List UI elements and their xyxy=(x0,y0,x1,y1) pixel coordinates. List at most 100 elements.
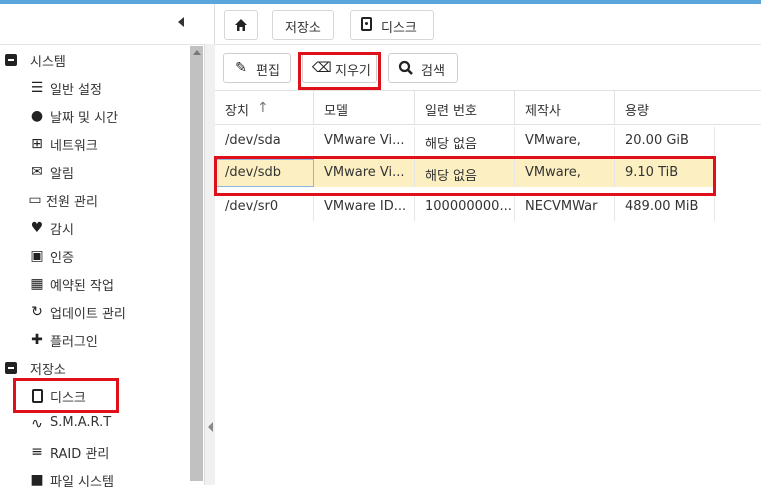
breadcrumb-home[interactable] xyxy=(224,10,258,40)
breadcrumb-label: 디스크 xyxy=(381,21,417,36)
column-header-vendor[interactable]: 제작사 xyxy=(515,91,615,124)
column-header-device[interactable]: 장치 ↑ xyxy=(215,91,314,124)
sidebar-item-monitoring[interactable]: ♥ 감시 xyxy=(0,214,188,242)
table-row-selected[interactable]: /dev/sdb VMware Vi... 해당 없음 VMware, 9.10… xyxy=(215,159,715,187)
sidebar-item-label: 감시 xyxy=(50,223,74,238)
sidebar-item-label: RAID 관리 xyxy=(50,447,110,462)
puzzle-icon: ✚ xyxy=(31,332,43,348)
database-icon: ≡ xyxy=(31,444,43,460)
sidebar-item-scheduled-jobs[interactable]: ▦ 예약된 작업 xyxy=(0,270,188,298)
pencil-icon: ✎ xyxy=(235,60,247,76)
split-handle[interactable] xyxy=(204,44,215,485)
battery-icon: ▭ xyxy=(28,192,42,208)
sidebar-item-label: 업데이트 관리 xyxy=(50,307,126,322)
cell-vendor: NECVMWar xyxy=(525,199,598,214)
sidebar-item-notifications[interactable]: ✉ 알림 xyxy=(0,158,188,186)
sidebar-item-label: 디스크 xyxy=(50,391,86,406)
sidebar-item-smart[interactable]: ∿ S.M.A.R.T xyxy=(0,410,188,438)
sidebar-item-power-management[interactable]: ▭ 전원 관리 xyxy=(0,186,188,214)
column-header-label: 제작사 xyxy=(525,104,561,119)
certificate-icon: ▣ xyxy=(30,248,44,264)
search-icon xyxy=(398,60,414,76)
cell-capacity: 489.00 MiB xyxy=(625,199,699,214)
cell-serial: 100000000... xyxy=(425,199,512,214)
sort-ascending-icon: ↑ xyxy=(257,100,269,116)
cell-model: VMware Vi... xyxy=(324,133,405,148)
cell-device: /dev/sr0 xyxy=(225,199,279,214)
pulse-icon: ∿ xyxy=(31,416,43,432)
wipe-button[interactable]: ⌫ 지우기 xyxy=(302,53,377,83)
clock-icon: ● xyxy=(30,108,44,124)
sidebar-item-label: 네트워크 xyxy=(50,139,98,154)
sidebar-item-label: S.M.A.R.T xyxy=(50,415,112,430)
sidebar-header xyxy=(0,4,214,45)
sidebar-group-storage[interactable]: 저장소 xyxy=(0,354,188,382)
collapse-minus-icon[interactable] xyxy=(5,54,17,66)
calendar-icon: ▦ xyxy=(30,276,44,292)
cell-serial: 해당 없음 xyxy=(425,137,477,152)
disk-icon xyxy=(361,17,372,31)
sidebar-item-date-time[interactable]: ● 날짜 및 시간 xyxy=(0,102,188,130)
breadcrumb: 저장소 디스크 xyxy=(215,4,761,45)
cell-model: VMware Vi... xyxy=(324,165,405,180)
table-row[interactable]: /dev/sr0 VMware ID... 100000000... NECVM… xyxy=(215,193,715,221)
sidebar-group-label: 시스템 xyxy=(30,55,66,70)
sidebar-item-plugins[interactable]: ✚ 플러그인 xyxy=(0,326,188,354)
cell-vendor: VMware, xyxy=(525,165,581,180)
column-header-label: 용량 xyxy=(625,104,649,119)
sidebar-item-general-settings[interactable]: ☰ 일반 설정 xyxy=(0,74,188,102)
collapse-minus-icon[interactable] xyxy=(5,362,17,374)
edit-button[interactable]: ✎ 편집 xyxy=(223,53,291,83)
sidebar-item-network[interactable]: ⊞ 네트워크 xyxy=(0,130,188,158)
table-header: 장치 ↑ 모델 일련 번호 제작사 용량 xyxy=(215,91,761,125)
edit-button-label: 편집 xyxy=(256,64,280,79)
network-icon: ⊞ xyxy=(31,136,43,152)
cell-device: /dev/sda xyxy=(225,133,281,148)
table-row[interactable]: /dev/sda VMware Vi... 해당 없음 VMware, 20.0… xyxy=(215,127,715,155)
sidebar-item-update-management[interactable]: ↻ 업데이트 관리 xyxy=(0,298,188,326)
wipe-button-label: 지우기 xyxy=(335,64,371,79)
sidebar-item-raid[interactable]: ≡ RAID 관리 xyxy=(0,438,188,466)
cell-device: /dev/sdb xyxy=(225,165,281,180)
search-button-label: 검색 xyxy=(421,64,445,79)
sidebar-item-label: 날짜 및 시간 xyxy=(50,111,119,126)
sidebar-item-label: 알림 xyxy=(50,167,74,182)
folder-icon: ■ xyxy=(30,472,44,488)
sidebar: 시스템 ☰ 일반 설정 ● 날짜 및 시간 ⊞ 네트워크 ✉ 알림 ▭ 전원 관… xyxy=(0,4,215,490)
cell-capacity: 20.00 GiB xyxy=(625,133,689,148)
cell-model: VMware ID... xyxy=(324,199,407,214)
column-header-capacity[interactable]: 용량 xyxy=(615,91,715,124)
sidebar-item-label: 인증 xyxy=(50,251,74,266)
cell-capacity: 9.10 TiB xyxy=(625,165,679,180)
breadcrumb-label: 저장소 xyxy=(285,21,321,36)
sidebar-item-disks[interactable]: 디스크 xyxy=(0,382,188,410)
breadcrumb-disk[interactable]: 디스크 xyxy=(350,10,434,40)
breadcrumb-storage[interactable]: 저장소 xyxy=(272,10,334,40)
scroll-up-icon[interactable] xyxy=(193,50,201,55)
sidebar-item-label: 전원 관리 xyxy=(46,195,98,210)
sidebar-item-certificates[interactable]: ▣ 인증 xyxy=(0,242,188,270)
column-header-label: 모델 xyxy=(324,104,348,119)
collapse-sidebar-icon[interactable] xyxy=(178,17,184,27)
search-button[interactable]: 검색 xyxy=(388,53,458,83)
home-icon xyxy=(235,19,247,31)
column-header-model[interactable]: 모델 xyxy=(314,91,415,124)
column-header-label: 일련 번호 xyxy=(425,104,477,119)
envelope-icon: ✉ xyxy=(31,164,43,180)
sidebar-item-label: 예약된 작업 xyxy=(50,279,114,294)
cell-serial: 해당 없음 xyxy=(425,169,477,184)
split-collapse-icon[interactable] xyxy=(208,422,213,432)
heartbeat-icon: ♥ xyxy=(30,220,44,236)
disk-icon xyxy=(32,387,50,405)
refresh-icon: ↻ xyxy=(31,304,43,320)
sidebar-scrollbar[interactable] xyxy=(190,46,203,481)
sidebar-item-filesystems[interactable]: ■ 파일 시스템 xyxy=(0,466,188,494)
toolbar: ✎ 편집 ⌫ 지우기 검색 xyxy=(215,46,761,91)
sidebar-item-label: 플러그인 xyxy=(50,335,98,350)
eraser-icon: ⌫ xyxy=(312,60,332,76)
column-header-serial[interactable]: 일련 번호 xyxy=(415,91,515,124)
column-header-label: 장치 xyxy=(225,104,249,119)
cell-vendor: VMware, xyxy=(525,133,581,148)
sidebar-group-system[interactable]: 시스템 xyxy=(0,46,188,74)
sidebar-item-label: 일반 설정 xyxy=(50,83,102,98)
